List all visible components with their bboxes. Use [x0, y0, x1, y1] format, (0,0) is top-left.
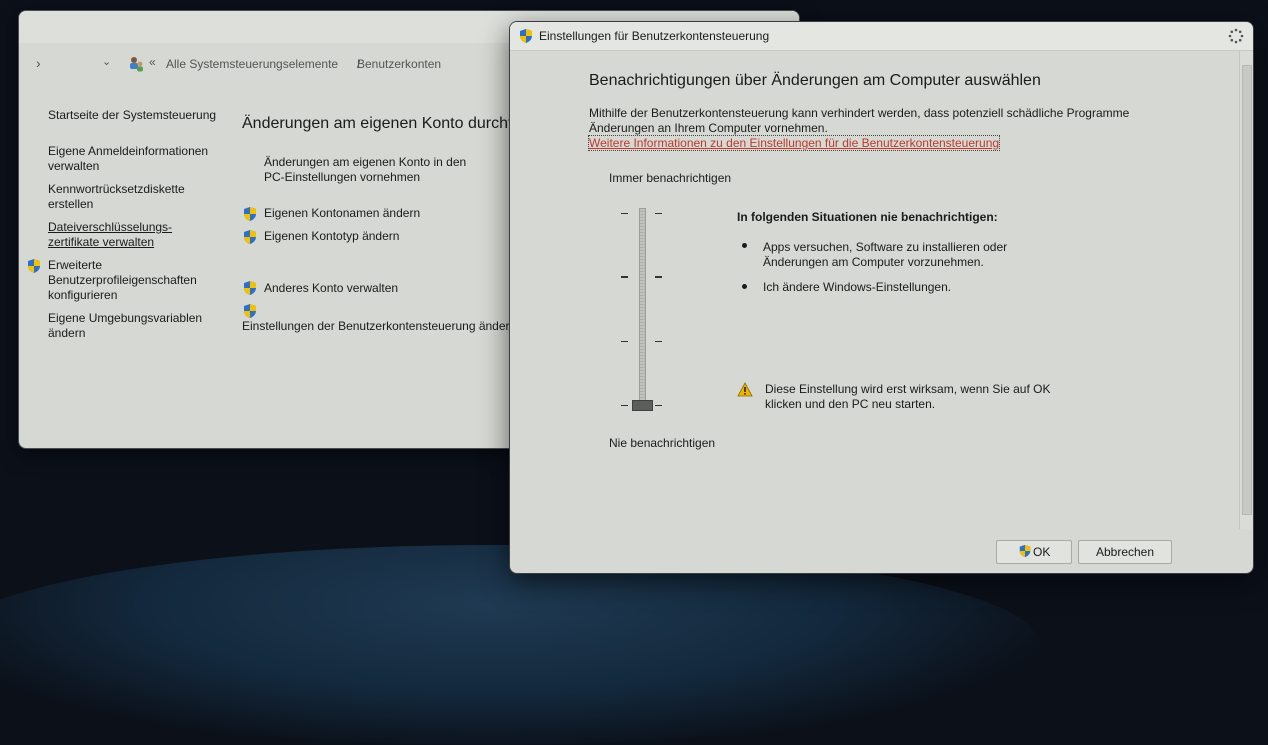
pc-settings-link-line2[interactable]: PC-Einstellungen vornehmen — [264, 170, 420, 184]
bullet1-line1: Apps versuchen, Software zu installieren… — [763, 240, 1008, 254]
bullet-icon — [742, 284, 747, 289]
cancel-button[interactable]: Abbrechen — [1078, 540, 1172, 564]
manage-other-account-link[interactable]: Anderes Konto verwalten — [264, 281, 398, 295]
slider-tick — [655, 213, 662, 214]
uac-settings-link[interactable]: Einstellungen der Benutzerkontensteuerun… — [242, 319, 516, 333]
sidebar-item-profile-line3[interactable]: konfigurieren — [48, 288, 117, 302]
ok-button[interactable]: OK — [996, 540, 1072, 564]
shield-icon — [244, 281, 256, 295]
sidebar-home-link[interactable]: Startseite der Systemsteuerung — [48, 108, 216, 122]
page-title: Änderungen am eigenen Konto durchfü — [242, 115, 522, 132]
breadcrumb-all-control-panel-items[interactable]: Alle Systemsteuerungselemente — [166, 57, 338, 71]
sidebar-item-encryption-line2[interactable]: zertifikate verwalten — [48, 235, 154, 249]
shield-icon — [244, 304, 256, 318]
dialog-title: Einstellungen für Benutzerkontensteuerun… — [539, 29, 770, 43]
info-heading: In folgenden Situationen nie benachricht… — [737, 210, 998, 224]
user-accounts-icon — [130, 57, 143, 72]
notification-level-slider-track[interactable] — [639, 208, 646, 410]
recent-locations-dropdown-icon[interactable]: ⌄ — [102, 55, 111, 68]
warning-icon — [737, 382, 753, 397]
slider-tick — [621, 405, 628, 406]
slider-tick — [655, 276, 662, 278]
notification-level-slider-thumb[interactable] — [632, 400, 653, 411]
shield-icon — [28, 259, 40, 273]
slider-tick — [655, 405, 662, 406]
sidebar-item-encryption-line1[interactable]: Dateiverschlüsselungs- — [48, 220, 172, 234]
loading-spinner-icon — [1228, 28, 1244, 44]
slider-top-label: Immer benachrichtigen — [609, 171, 732, 185]
description-line1: Mithilfe der Benutzerkontensteuerung kan… — [589, 106, 1130, 120]
nav-chevron-icon[interactable]: › — [36, 55, 41, 71]
sidebar-item-env-vars-line2[interactable]: ändern — [48, 326, 85, 340]
slider-tick — [621, 276, 628, 278]
shield-icon — [244, 207, 256, 221]
slider-bottom-label: Nie benachrichtigen — [609, 436, 716, 450]
sidebar-item-credentials-line2[interactable]: verwalten — [48, 159, 99, 173]
sidebar-item-credentials-line1[interactable]: Eigene Anmeldeinformationen — [48, 144, 208, 158]
bullet1-line2: Änderungen am Computer vorzunehmen. — [763, 255, 984, 269]
vertical-scrollbar[interactable] — [1239, 51, 1252, 529]
change-account-type-link[interactable]: Eigenen Kontotyp ändern — [264, 229, 399, 243]
breadcrumb-user-accounts[interactable]: Benutzerkonten — [357, 57, 441, 71]
breadcrumb-prefix[interactable]: « — [149, 55, 156, 69]
shield-icon — [244, 230, 256, 244]
sidebar-item-profile-line2[interactable]: Benutzerprofileigenschaften — [48, 273, 197, 287]
slider-tick — [621, 213, 628, 214]
shield-icon — [520, 29, 532, 43]
sidebar-item-env-vars-line1[interactable]: Eigene Umgebungsvariablen — [48, 311, 202, 325]
sidebar-item-password-disk-line2[interactable]: erstellen — [48, 197, 93, 211]
desktop-background — [0, 545, 1040, 745]
ok-button-label: OK — [1033, 545, 1051, 559]
dialog-titlebar[interactable]: Einstellungen für Benutzerkontensteuerun… — [510, 22, 1253, 51]
more-info-link[interactable]: Weitere Informationen zu den Einstellung… — [587, 135, 1001, 151]
sidebar-item-password-disk-line1[interactable]: Kennwortrücksetzdiskette — [48, 182, 185, 196]
description-line2: Änderungen an Ihrem Computer vornehmen. — [589, 121, 828, 135]
scrollbar-thumb[interactable] — [1242, 65, 1252, 515]
slider-tick — [655, 341, 662, 342]
shield-icon — [1019, 544, 1031, 558]
rename-account-link[interactable]: Eigenen Kontonamen ändern — [264, 206, 420, 220]
bullet2: Ich ändere Windows-Einstellungen. — [763, 280, 952, 294]
sidebar-item-profile-line1[interactable]: Erweiterte — [48, 258, 102, 272]
dialog-heading: Benachrichtigungen über Änderungen am Co… — [589, 72, 1041, 89]
uac-settings-dialog[interactable]: Einstellungen für Benutzerkontensteuerun… — [510, 22, 1253, 573]
warning-line2: klicken und den PC neu starten. — [765, 397, 936, 411]
pc-settings-link-line1[interactable]: Änderungen am eigenen Konto in den — [264, 155, 466, 169]
bullet-icon — [742, 243, 747, 248]
warning-line1: Diese Einstellung wird erst wirksam, wen… — [765, 382, 1051, 396]
slider-tick — [621, 341, 628, 342]
